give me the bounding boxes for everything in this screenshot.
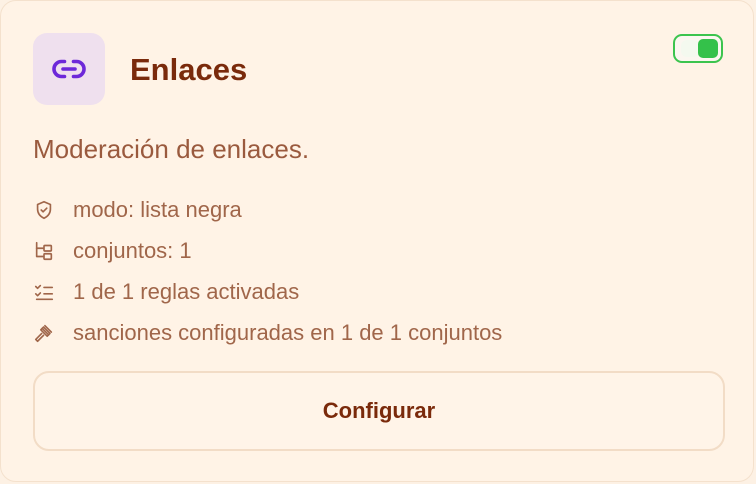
link-icon-tile — [33, 33, 105, 105]
enable-toggle[interactable] — [673, 34, 723, 63]
card-description: Moderación de enlaces. — [33, 134, 310, 164]
card-title: Enlaces — [130, 52, 248, 87]
info-item-sanctions: sanciones configuradas en 1 de 1 conjunt… — [33, 312, 502, 353]
toggle-knob — [698, 39, 718, 58]
info-text-sanctions: sanciones configuradas en 1 de 1 conjunt… — [73, 319, 503, 345]
toggle-track — [681, 40, 699, 57]
info-item-mode: modo: lista negra — [33, 189, 502, 230]
info-list: modo: lista negra conjuntos: 1 1 de 1 re… — [33, 189, 502, 353]
list-checks-icon — [33, 281, 55, 303]
link-icon — [52, 59, 86, 79]
links-module-card: Enlaces Moderación de enlaces. modo: lis… — [0, 0, 754, 482]
info-text-mode: modo: lista negra — [73, 196, 242, 222]
info-text-sets: conjuntos: 1 — [73, 237, 192, 263]
folder-tree-icon — [33, 240, 55, 262]
configure-button[interactable]: Configurar — [33, 371, 725, 451]
info-item-rules: 1 de 1 reglas activadas — [33, 271, 502, 312]
gavel-icon — [33, 322, 55, 344]
info-item-sets: conjuntos: 1 — [33, 230, 502, 271]
info-text-rules: 1 de 1 reglas activadas — [73, 278, 300, 304]
shield-check-icon — [33, 199, 55, 221]
